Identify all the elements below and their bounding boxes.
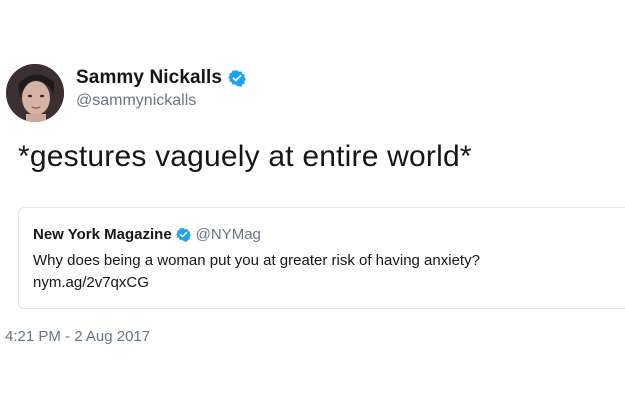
author-name-row: Sammy Nickalls — [76, 66, 247, 90]
author-display-name[interactable]: Sammy Nickalls — [76, 67, 222, 89]
avatar[interactable] — [6, 64, 64, 122]
quoted-tweet-text: Why does being a woman put you at greate… — [33, 252, 480, 269]
quoted-author-handle: @NYMag — [195, 225, 261, 243]
tweet-text: *gestures vaguely at entire world* — [18, 140, 472, 173]
quoted-tweet-header: New York Magazine @NYMag — [33, 224, 261, 244]
verified-badge-icon — [175, 227, 191, 242]
tweet-author: Sammy Nickalls @sammynickalls — [76, 66, 247, 110]
quoted-tweet[interactable]: New York Magazine @NYMag Why does being … — [18, 207, 625, 309]
tweet-timestamp[interactable]: 4:21 PM - 2 Aug 2017 — [5, 328, 150, 345]
quoted-tweet-link[interactable]: nym.ag/2v7qxCG — [33, 272, 149, 293]
tweet-card: Sammy Nickalls @sammynickalls *gestures … — [0, 0, 625, 415]
avatar-image — [6, 64, 64, 122]
verified-badge-icon — [228, 70, 247, 87]
author-handle[interactable]: @sammynickalls — [76, 92, 246, 110]
quoted-author-name: New York Magazine — [33, 225, 172, 243]
